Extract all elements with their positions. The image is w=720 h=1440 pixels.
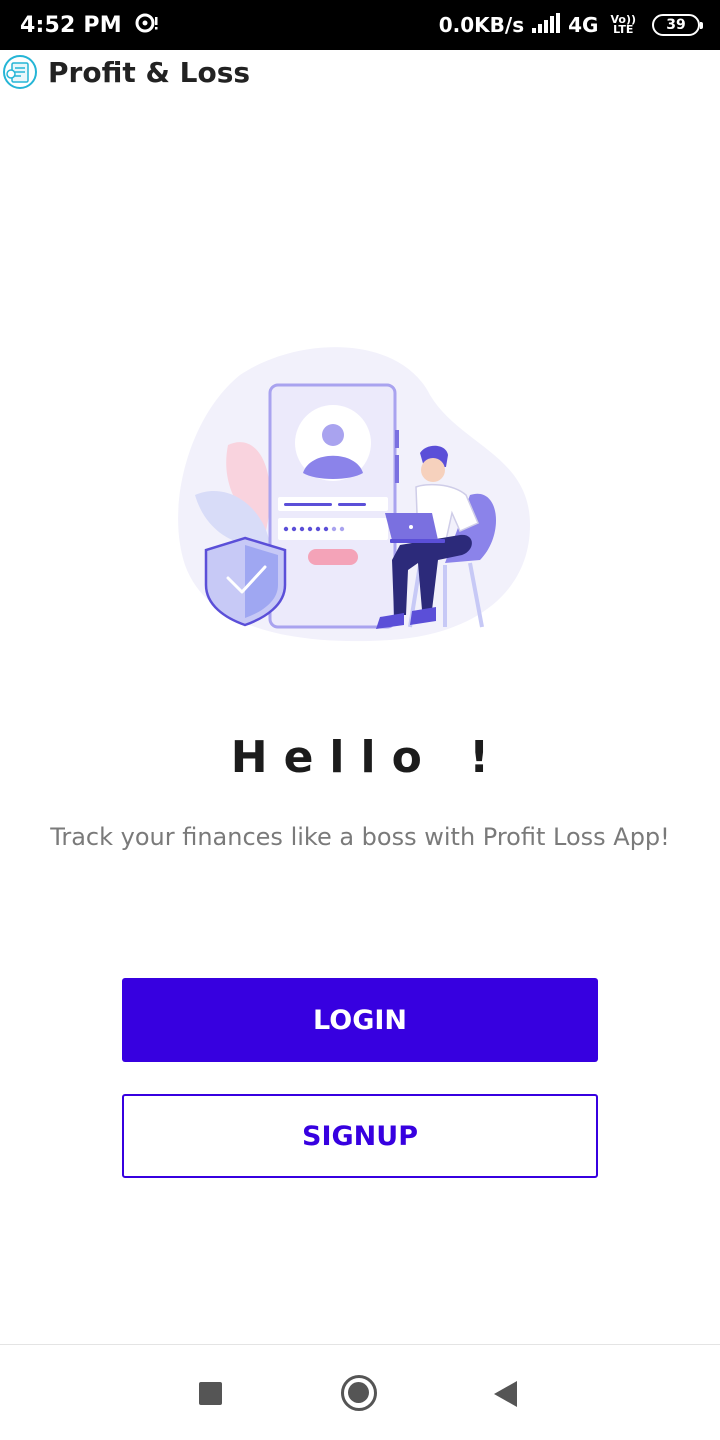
profit-loss-logo-icon	[2, 54, 38, 90]
signal-icon	[532, 12, 561, 38]
status-right: 0.0KB/s 4G Vo)) LTE 39	[438, 12, 703, 38]
net-speed: 0.0KB/s	[438, 13, 525, 37]
battery-level: 39	[666, 17, 686, 33]
system-nav-bar	[0, 1344, 720, 1440]
tagline-text: Track your finances like a boss with Pro…	[50, 823, 670, 851]
notification-icon	[134, 12, 160, 39]
login-illustration	[170, 335, 550, 655]
status-left: 4:52 PM	[20, 12, 160, 39]
volte-bottom: LTE	[613, 23, 634, 36]
status-bar: 4:52 PM 0.0KB/s 4G Vo)) LTE 39	[0, 0, 720, 50]
recents-icon[interactable]	[199, 1382, 222, 1405]
app-bar: Profit & Loss	[0, 50, 720, 94]
signup-button[interactable]: SIGNUP	[122, 1094, 598, 1178]
volte-indicator: Vo)) LTE	[610, 14, 636, 36]
status-time: 4:52 PM	[20, 12, 122, 38]
login-button[interactable]: LOGIN	[122, 978, 598, 1062]
back-icon[interactable]	[494, 1381, 517, 1407]
network-type: 4G	[568, 13, 599, 37]
home-icon[interactable]	[341, 1375, 377, 1411]
battery-icon: 39	[652, 14, 703, 36]
app-title: Profit & Loss	[48, 55, 251, 89]
greeting-heading: Hello !	[230, 732, 506, 783]
